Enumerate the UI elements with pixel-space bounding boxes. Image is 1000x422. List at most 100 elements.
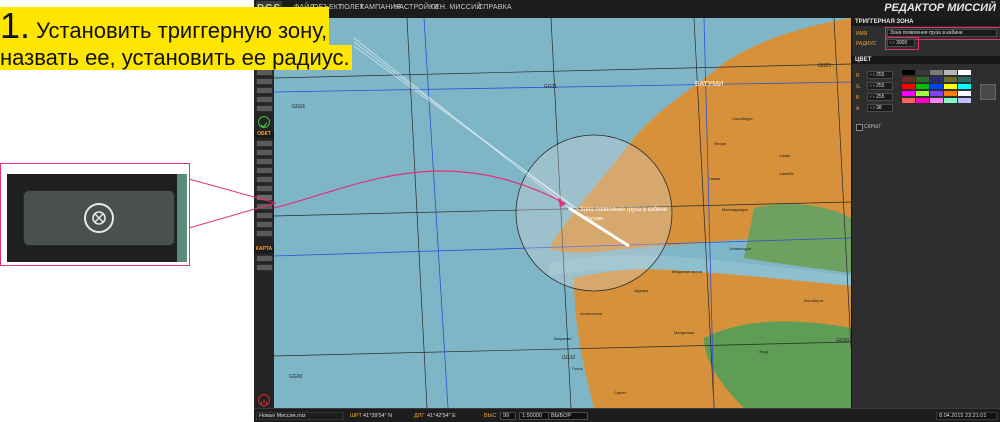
place-name: Ахалсопели <box>580 311 603 316</box>
trigger-zone-button-zoomed <box>23 190 175 246</box>
grid-label: GG10 <box>562 355 576 361</box>
check-mission-icon[interactable] <box>258 116 270 129</box>
toolbar-button-cockpit[interactable] <box>256 87 273 94</box>
panel-title: ТРИГГЕРНАЯ ЗОНА <box>852 18 1000 26</box>
color-swatch[interactable] <box>944 91 957 96</box>
zoom-callout <box>0 163 190 266</box>
grid-label: GG20 <box>836 338 850 344</box>
color-swatch[interactable] <box>944 77 957 82</box>
color-alpha-value: 38 <box>876 105 882 111</box>
place-name: Хелвачаури <box>729 246 751 251</box>
color-swatch[interactable] <box>944 84 957 89</box>
map-mode-field[interactable]: ВЫБОР <box>548 412 588 420</box>
color-swatch[interactable] <box>944 70 957 75</box>
place-name: Аджара <box>634 288 649 293</box>
color-blue-field[interactable]: ‹ › 255 <box>867 93 893 101</box>
exit-icon[interactable] <box>258 394 270 407</box>
color-swatch[interactable] <box>916 70 929 75</box>
color-swatch[interactable] <box>930 84 943 89</box>
color-channel-label: B <box>856 95 860 101</box>
color-channel-label: R <box>856 73 860 79</box>
toolbar-button-vehicle[interactable] <box>256 167 273 174</box>
place-name: Флорв <box>714 141 726 146</box>
place-name: Меджинистрали <box>672 269 703 274</box>
menu-help[interactable]: СПРАВКА <box>478 4 512 11</box>
toolbar-button-map-options[interactable] <box>256 264 273 271</box>
menu-bar: DCS ФАЙЛ ОБЪЕКТ ПОЛЕТ КАМПАНИЯ НАСТРОЙКИ… <box>254 0 1000 19</box>
color-swatch[interactable] <box>930 98 943 103</box>
toolbar-button-filter[interactable] <box>256 78 273 85</box>
toolbar-button-layers[interactable] <box>256 69 273 76</box>
color-blue-value: 255 <box>876 94 885 100</box>
altitude-label: ВЫС <box>484 413 497 419</box>
place-name: Салибаури <box>732 116 753 121</box>
color-red-field[interactable]: ‹ › 255 <box>867 71 893 79</box>
instruction-text-1: Установить триггерную зону, <box>36 18 328 43</box>
toolbar-button-briefing[interactable] <box>256 96 273 103</box>
hidden-checkbox[interactable] <box>856 124 863 131</box>
grid-label: GG00 <box>289 374 303 380</box>
status-bar: Новая Миссия.miz ШРТ 41°39'54" N ДЛГ 41°… <box>254 408 1000 422</box>
callout-connector <box>188 178 277 229</box>
color-swatch[interactable] <box>902 98 915 103</box>
trigger-zone-circle[interactable] <box>515 134 673 292</box>
editor-title: РЕДАКТОР МИССИЙ <box>884 2 996 14</box>
grid-label: GG01 <box>292 104 306 110</box>
mission-datetime: 8.04.2015 23:21:01 <box>936 412 997 420</box>
map-strip-zoomed <box>177 174 187 262</box>
color-swatch[interactable] <box>930 77 943 82</box>
instruction-line-2: назвать ее, установить ее радиус. <box>0 45 352 70</box>
color-header: ЦВЕТ <box>852 56 1000 64</box>
color-swatch[interactable] <box>902 77 915 82</box>
latitude-value: 41°39'54" N <box>363 413 393 419</box>
color-channel-label: A <box>856 106 860 112</box>
latitude-label: ШРТ <box>350 413 362 419</box>
color-palette <box>902 70 972 116</box>
color-swatch[interactable] <box>958 91 971 96</box>
color-swatch[interactable] <box>930 70 943 75</box>
map-scale-field[interactable]: 1:50000 <box>519 412 551 420</box>
mission-file-name: Новая Миссия.miz <box>256 412 344 420</box>
place-name: Мандатики <box>674 330 695 335</box>
map-view[interactable]: БАТУМИ GG11 GG21 GG01 GG10 GG00 GG20 Зон… <box>274 18 851 408</box>
place-name: Зеда <box>759 349 769 354</box>
toolbar-button-ship[interactable] <box>256 158 273 165</box>
color-swatch[interactable] <box>930 91 943 96</box>
zoom-callout-image <box>7 174 187 262</box>
radius-highlight <box>885 37 919 50</box>
toolbar-button-plane[interactable] <box>256 140 273 147</box>
toolbar-button-check[interactable] <box>256 105 273 112</box>
color-swatch[interactable] <box>916 77 929 82</box>
color-swatch[interactable] <box>916 91 929 96</box>
color-swatch[interactable] <box>902 84 915 89</box>
longitude-value: 41°42'54" E <box>427 413 456 419</box>
trigger-zone-label: Зона появления груза в кабине <box>580 207 668 213</box>
color-swatch[interactable] <box>958 77 971 82</box>
place-name: Гонио <box>572 366 583 371</box>
longitude-label: ДЛГ <box>414 413 425 419</box>
place-name: Чаква <box>709 176 720 181</box>
color-alpha-field[interactable]: ‹ › 38 <box>867 104 893 112</box>
color-swatch[interactable] <box>958 70 971 75</box>
radius-label: РАДИУС <box>856 41 877 47</box>
toolbar-button-map-mode[interactable] <box>256 255 273 262</box>
grid-label: GG11 <box>544 84 557 90</box>
color-swatch[interactable] <box>958 84 971 89</box>
color-green-field[interactable]: ‹ › 255 <box>867 82 893 90</box>
toolbar-section-map: КАРТА <box>254 246 274 253</box>
city-label: БАТУМИ <box>695 81 724 88</box>
color-swatch[interactable] <box>916 84 929 89</box>
menu-mission-generator[interactable]: ГЕН. МИССИЙ <box>431 4 482 11</box>
color-swatch[interactable] <box>944 98 957 103</box>
color-preview-swatch <box>980 84 996 100</box>
color-swatch[interactable] <box>902 91 915 96</box>
color-swatch[interactable] <box>958 98 971 103</box>
place-name: Сарпи <box>614 390 626 395</box>
toolbar-button-helicopter[interactable] <box>256 149 273 156</box>
place-name: Сакре <box>779 153 791 158</box>
airfield-label: Батуми <box>586 216 603 222</box>
color-swatch[interactable] <box>902 70 915 75</box>
hidden-checkbox-label: СКРЫТ <box>864 124 882 130</box>
color-swatch[interactable] <box>916 98 929 103</box>
place-name: Махинджаури <box>722 207 748 212</box>
